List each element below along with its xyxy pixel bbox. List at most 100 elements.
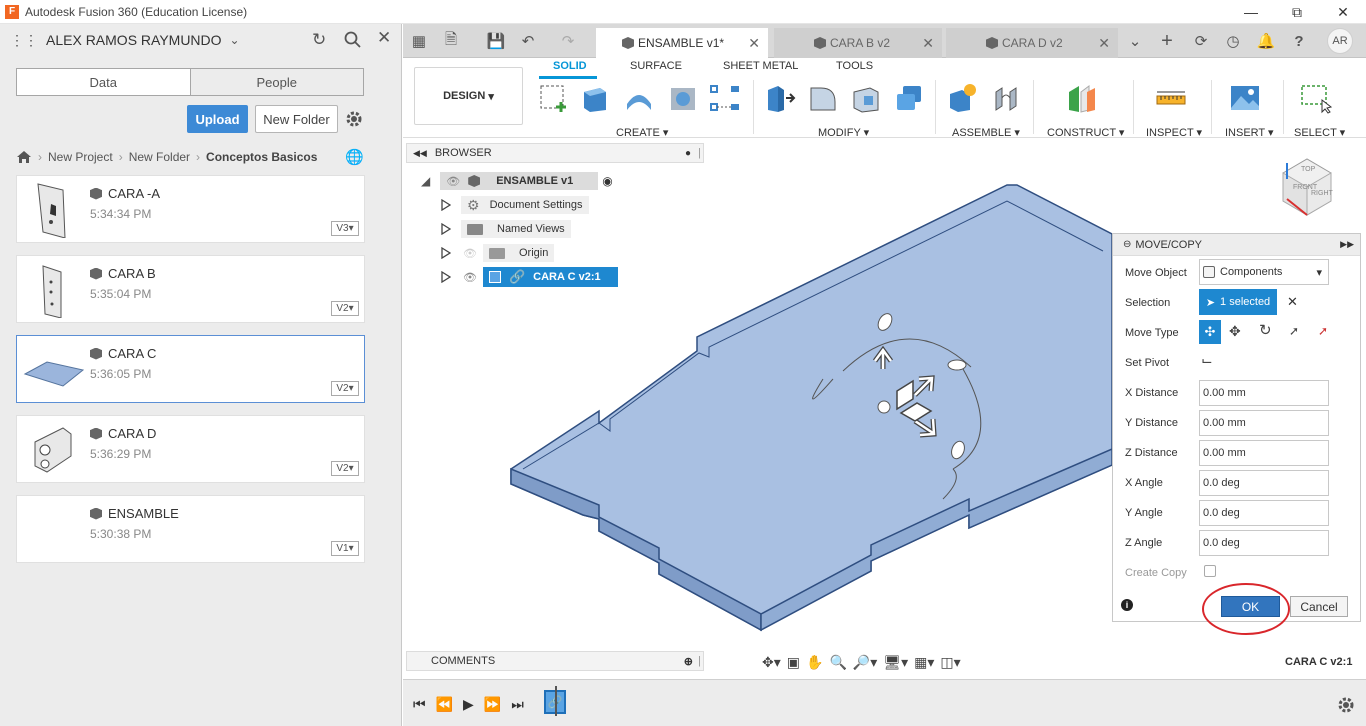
doc-tab-active[interactable]: ENSAMBLE v1* ✕ bbox=[596, 28, 768, 58]
file-card[interactable]: CARA B 5:35:04 PM V2 ▾ bbox=[16, 255, 365, 323]
version-dropdown[interactable]: V1 ▾ bbox=[331, 541, 359, 556]
step-back-icon[interactable]: ⏪ bbox=[436, 696, 453, 713]
inspect-menu[interactable]: INSPECT ▾ bbox=[1146, 126, 1202, 139]
translate-icon[interactable]: ✥ bbox=[1229, 323, 1241, 340]
hole-icon[interactable] bbox=[667, 82, 699, 114]
rotate-icon[interactable]: ↻ bbox=[1259, 321, 1272, 339]
upload-button[interactable]: Upload bbox=[187, 105, 248, 133]
sketch-icon[interactable] bbox=[537, 82, 569, 114]
activate-radio-icon[interactable]: ◉ bbox=[602, 174, 612, 188]
close-tab-icon[interactable]: ✕ bbox=[1098, 35, 1110, 52]
fit-icon[interactable]: 🔎▾ bbox=[853, 654, 877, 671]
go-to-start-icon[interactable]: ⏮ bbox=[413, 696, 426, 713]
pattern-icon[interactable] bbox=[709, 82, 741, 114]
orbit-icon[interactable]: ✥▾ bbox=[762, 654, 781, 671]
close-tab-icon[interactable]: ✕ bbox=[922, 35, 934, 52]
expand-triangle-icon[interactable] bbox=[441, 223, 451, 235]
display-settings-icon[interactable]: 🖥▾ bbox=[883, 654, 908, 671]
shell-icon[interactable] bbox=[850, 82, 882, 114]
help-icon[interactable]: ? bbox=[1289, 31, 1309, 51]
go-to-end-icon[interactable]: ⏭ bbox=[511, 696, 524, 713]
collapse-dialog-icon[interactable]: ⊖ bbox=[1123, 239, 1131, 250]
offset-plane-icon[interactable] bbox=[1065, 82, 1097, 114]
tab-people[interactable]: People bbox=[190, 68, 364, 96]
gear-icon[interactable] bbox=[345, 110, 363, 128]
grid-settings-icon[interactable]: ▦▾ bbox=[914, 654, 934, 671]
tab-tools[interactable]: TOOLS bbox=[836, 60, 873, 72]
close-panel-icon[interactable]: ✕ bbox=[377, 28, 391, 48]
doc-tab[interactable]: CARA B v2 ✕ bbox=[774, 28, 942, 58]
construct-menu[interactable]: CONSTRUCT ▾ bbox=[1047, 126, 1124, 139]
file-card-selected[interactable]: CARA C 5:36:05 PM V2 ▾ bbox=[16, 335, 365, 403]
close-window-button[interactable]: ✕ bbox=[1320, 0, 1366, 24]
redo-icon[interactable]: ↷ bbox=[558, 31, 578, 51]
breadcrumb-item[interactable]: New Project bbox=[48, 150, 113, 164]
save-icon[interactable]: 💾 bbox=[486, 31, 506, 51]
tree-item-document-settings[interactable]: ⚙ Document Settings bbox=[441, 195, 589, 215]
version-dropdown[interactable]: V2 ▾ bbox=[331, 381, 359, 396]
modify-menu[interactable]: MODIFY ▾ bbox=[818, 126, 869, 139]
z-angle-input[interactable]: 0.0 deg bbox=[1199, 530, 1329, 556]
zoom-icon[interactable]: 🔍 bbox=[829, 654, 846, 671]
y-distance-input[interactable]: 0.00 mm bbox=[1199, 410, 1329, 436]
browser-header[interactable]: ◀◀ BROWSER ● | bbox=[406, 143, 704, 163]
measure-icon[interactable] bbox=[1155, 82, 1187, 114]
expand-triangle-icon[interactable] bbox=[441, 271, 451, 283]
tree-item-origin[interactable]: 👁 Origin bbox=[441, 243, 555, 263]
tree-root[interactable]: ◢ 👁 ENSAMBLE v1 ◉ bbox=[421, 171, 613, 191]
create-menu[interactable]: CREATE ▾ bbox=[616, 126, 668, 139]
expand-triangle-icon[interactable] bbox=[441, 247, 451, 259]
joint-icon[interactable] bbox=[990, 82, 1022, 114]
timeline-marker[interactable] bbox=[555, 686, 557, 716]
eye-icon[interactable]: 👁 bbox=[463, 271, 477, 284]
minimize-button[interactable]: — bbox=[1228, 0, 1274, 24]
select-window-icon[interactable] bbox=[1300, 82, 1332, 114]
step-forward-icon[interactable]: ⏩ bbox=[484, 696, 501, 713]
x-angle-input[interactable]: 0.0 deg bbox=[1199, 470, 1329, 496]
selection-button[interactable]: ➤ 1 selected bbox=[1199, 289, 1277, 315]
file-card[interactable]: ENSAMBLE 5:30:38 PM V1 ▾ bbox=[16, 495, 365, 563]
pan-icon[interactable]: ✋ bbox=[806, 654, 823, 671]
file-card[interactable]: CARA D 5:36:29 PM V2 ▾ bbox=[16, 415, 365, 483]
timeline-settings-icon[interactable] bbox=[1337, 696, 1355, 714]
select-menu[interactable]: SELECT ▾ bbox=[1294, 126, 1345, 139]
collapse-browser-icon[interactable]: ◀◀ bbox=[413, 148, 427, 159]
insert-menu[interactable]: INSERT ▾ bbox=[1225, 126, 1274, 139]
refresh-icon[interactable]: ↻ bbox=[312, 30, 326, 50]
notifications-icon[interactable]: 🔔 bbox=[1256, 31, 1276, 51]
version-dropdown[interactable]: V3 ▾ bbox=[331, 221, 359, 236]
revolve-icon[interactable] bbox=[623, 82, 655, 114]
avatar[interactable]: AR bbox=[1327, 28, 1353, 54]
free-move-icon[interactable]: ✣ bbox=[1199, 320, 1221, 344]
tab-solid[interactable]: SOLID bbox=[553, 60, 587, 72]
point-to-position-icon[interactable]: ➚ bbox=[1318, 324, 1328, 338]
insert-image-icon[interactable] bbox=[1229, 82, 1261, 114]
move-object-select[interactable]: Components ▾ bbox=[1199, 259, 1329, 285]
cancel-button[interactable]: Cancel bbox=[1290, 596, 1348, 617]
clear-selection-icon[interactable]: ✕ bbox=[1287, 294, 1298, 310]
viewcube-top-label[interactable]: TOP bbox=[1301, 166, 1316, 173]
add-comment-icon[interactable]: ⊕ bbox=[684, 655, 693, 668]
file-card[interactable]: CARA -A 5:34:34 PM V3 ▾ bbox=[16, 175, 365, 243]
extrude-icon[interactable] bbox=[578, 82, 610, 114]
user-name[interactable]: ALEX RAMOS RAYMUNDO bbox=[46, 32, 222, 48]
assemble-menu[interactable]: ASSEMBLE ▾ bbox=[952, 126, 1020, 139]
globe-icon[interactable]: 🌐 bbox=[345, 148, 364, 166]
fillet-icon[interactable] bbox=[807, 82, 839, 114]
tab-overflow-icon[interactable]: ⌄ bbox=[1125, 31, 1145, 51]
dialog-header[interactable]: ⊖ MOVE/COPY ▶▶ bbox=[1113, 234, 1360, 256]
new-tab-icon[interactable]: + bbox=[1157, 30, 1177, 52]
eye-icon[interactable]: 👁 bbox=[446, 175, 460, 188]
version-dropdown[interactable]: V2 ▾ bbox=[331, 301, 359, 316]
breadcrumb-item[interactable]: New Folder bbox=[129, 150, 190, 164]
x-distance-input[interactable]: 0.00 mm bbox=[1199, 380, 1329, 406]
pin-icon[interactable]: | bbox=[698, 655, 701, 667]
z-distance-input[interactable]: 0.00 mm bbox=[1199, 440, 1329, 466]
tab-sheet-metal[interactable]: SHEET METAL bbox=[723, 60, 798, 72]
point-to-point-icon[interactable]: ➚ bbox=[1289, 324, 1299, 338]
tab-data[interactable]: Data bbox=[16, 68, 191, 96]
doc-tab[interactable]: CARA D v2 ✕ bbox=[946, 28, 1118, 58]
undo-icon[interactable]: ↶ bbox=[518, 31, 538, 51]
tab-surface[interactable]: SURFACE bbox=[630, 60, 682, 72]
chevron-down-icon[interactable]: ⌄ bbox=[230, 33, 240, 47]
